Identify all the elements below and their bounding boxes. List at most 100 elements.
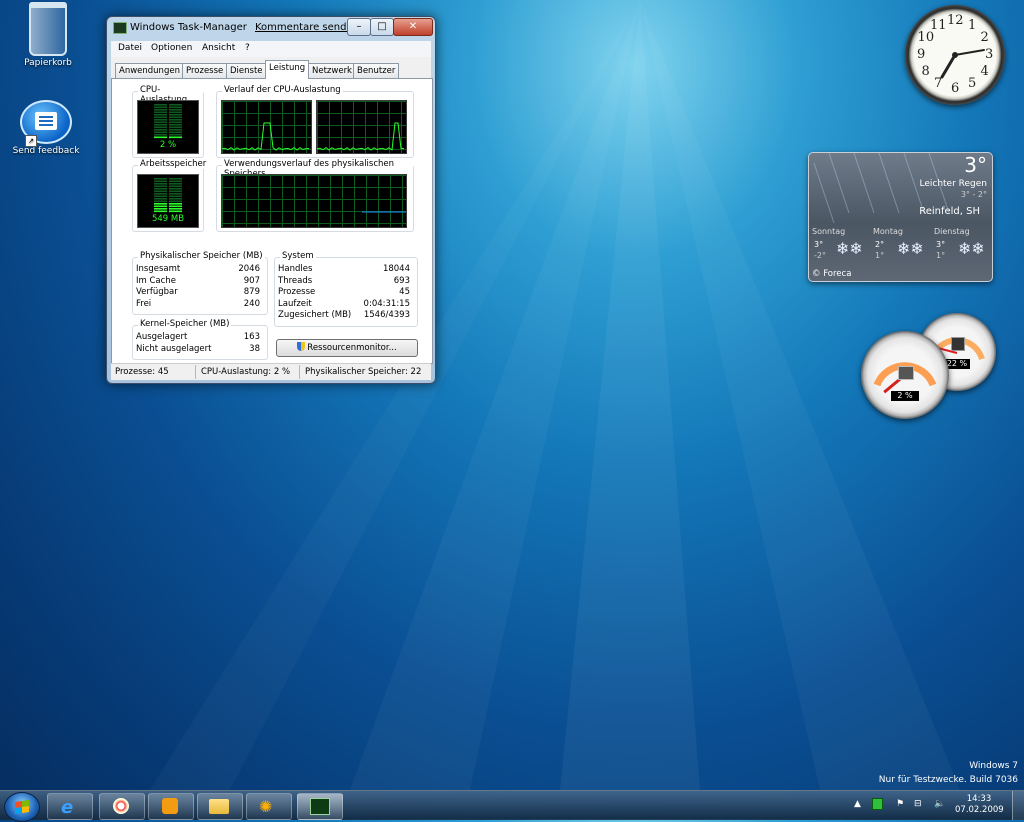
system-value: 45 (399, 287, 410, 297)
memory-meter-segment (169, 193, 182, 195)
system-key: Handles (278, 264, 313, 274)
paint-button[interactable] (99, 793, 145, 820)
messenger-icon: ✺ (259, 797, 273, 816)
physical-memory-row: Frei 240 (136, 299, 260, 310)
physical-memory-title: Physikalischer Speicher (MB) (138, 251, 265, 261)
cpu-meter-segment (169, 134, 182, 136)
cpu-meter-segment (169, 114, 182, 116)
show-hidden-icons-button[interactable]: ▲ (854, 799, 861, 809)
cpu-meter-segment (154, 104, 167, 106)
cpu-meter-segment (169, 136, 182, 139)
weather-credit: © Foreca (812, 269, 852, 279)
cpu-meter-segment (169, 129, 182, 131)
memory-meter-segment (154, 183, 167, 185)
system-key: Threads (278, 275, 313, 286)
cpu-meter-segment (154, 131, 167, 134)
cpu-meter-segment (154, 116, 167, 119)
menu-ansicht[interactable]: Ansicht (202, 43, 235, 53)
memory-meter-segment (154, 185, 167, 188)
window-title: Windows Task-Manager (130, 22, 247, 33)
cpu-meter-segment (154, 111, 167, 114)
tab-netzwerk[interactable]: Netzwerk (308, 63, 356, 78)
weather-condition: Leichter Regen (919, 179, 987, 189)
forecast-day-name: Dienstag (934, 227, 970, 236)
kernel-memory-value: 38 (249, 343, 260, 354)
cpu-meter-segment (154, 126, 167, 129)
memory-value: 549 MB (151, 214, 185, 224)
menu-help[interactable]: ? (245, 43, 250, 53)
performance-panel: CPU-Auslastung 2 % Verlauf der CPU-Ausla… (111, 78, 433, 364)
temperature-range: 3° - 2° (960, 190, 987, 199)
resource-monitor-label: Ressourcenmonitor... (307, 343, 397, 353)
menu-optionen[interactable]: Optionen (151, 43, 192, 53)
cpu-meter-segment (169, 106, 182, 109)
tab-dienste[interactable]: Dienste (226, 63, 267, 78)
internet-explorer-button[interactable]: e (47, 793, 93, 820)
cpu-gauge[interactable]: 2 % (861, 331, 949, 419)
messenger-button[interactable]: ✺ (246, 793, 292, 820)
menu-datei[interactable]: Datei (118, 43, 142, 53)
network-icon[interactable]: ⊟ (914, 799, 922, 809)
memory-meter-segment (169, 190, 182, 193)
start-button[interactable] (4, 792, 40, 822)
cpu-meter-segment (154, 121, 167, 124)
system-value: 0:04:31:15 (363, 298, 410, 309)
task-manager-app-icon (113, 22, 127, 34)
snow-icon: ❄❄ (836, 239, 863, 258)
cpu-meter-segment (154, 119, 167, 121)
task-manager-icon (310, 798, 330, 815)
forecast-high: 3° (936, 240, 946, 249)
windows-logo-icon (15, 800, 29, 814)
memory-history-graph (221, 174, 407, 228)
tray-green-icon[interactable] (872, 798, 883, 810)
system-key: Zugesichert (MB) (278, 310, 352, 320)
cpu-meter-segment (154, 109, 167, 111)
cpu-meter-segment (169, 116, 182, 119)
memory-group: Arbeitsspeicher 549 MB (132, 159, 209, 232)
memory-meter-segment (154, 195, 167, 198)
current-temperature: 3° (964, 153, 987, 177)
action-center-flag-icon[interactable]: ⚑ (896, 799, 904, 809)
memory-meter-segment (154, 180, 167, 183)
explorer-button[interactable] (197, 793, 243, 820)
close-button[interactable]: ✕ (393, 18, 433, 36)
memory-meter-segment (169, 205, 182, 208)
system-value: 1546/4393 (363, 310, 410, 320)
maximize-button[interactable]: □ (370, 18, 394, 36)
cpu-meter-segment (169, 104, 182, 106)
task-manager-taskbar-button[interactable] (297, 793, 343, 820)
media-player-button[interactable] (148, 793, 194, 820)
feedback-link[interactable]: Kommentare senden (255, 22, 359, 33)
forecast-high: 3° (814, 240, 824, 249)
media-player-icon (162, 798, 178, 814)
clock-gadget[interactable]: 12 1 2 3 4 5 6 7 8 9 10 11 (905, 5, 1005, 105)
send-feedback-icon[interactable]: ↗ Send feedback (8, 100, 84, 156)
tab-anwendungen[interactable]: Anwendungen (115, 63, 184, 78)
memory-chip-icon (951, 337, 965, 351)
task-manager-window[interactable]: Windows Task-Manager Kommentare senden –… (106, 16, 436, 384)
tab-prozesse[interactable]: Prozesse (182, 63, 228, 78)
status-bar: Prozesse: 45 CPU-Auslastung: 2 % Physika… (111, 363, 431, 380)
resource-monitor-button[interactable]: Ressourcenmonitor... (276, 339, 418, 357)
memory-meter-segment (154, 203, 167, 205)
forecast-day-1: Sonntag 3° -2° ❄❄ (812, 227, 872, 260)
memory-meter-segment (154, 193, 167, 195)
weather-gadget[interactable]: 3° Leichter Regen 3° - 2° Reinfeld, SH S… (808, 152, 993, 282)
volume-icon[interactable]: 🔈 (934, 799, 945, 809)
system-row: Laufzeit 0:04:31:15 (278, 299, 410, 310)
memory-meter-segment (169, 198, 182, 200)
recycle-bin-icon[interactable]: Papierkorb (10, 2, 86, 68)
forecast-low: 1° (875, 251, 885, 260)
memory-meter-segment (169, 208, 182, 210)
physical-memory-value: 2046 (238, 264, 260, 274)
title-bar[interactable]: Windows Task-Manager Kommentare senden –… (107, 17, 435, 39)
show-desktop-button[interactable] (1012, 791, 1024, 820)
forecast-day-2: Montag 2° 1° ❄❄ (873, 227, 933, 260)
tab-benutzer[interactable]: Benutzer (353, 63, 400, 78)
tab-leistung[interactable]: Leistung (265, 60, 310, 79)
tray-clock[interactable]: 14:33 07.02.2009 (955, 794, 1004, 816)
system-row: Zugesichert (MB) 1546/4393 (278, 310, 410, 321)
minimize-button[interactable]: – (347, 18, 371, 36)
status-memory: Physikalischer Speicher: 22 (305, 367, 422, 377)
memory-meter-segment (154, 208, 167, 210)
